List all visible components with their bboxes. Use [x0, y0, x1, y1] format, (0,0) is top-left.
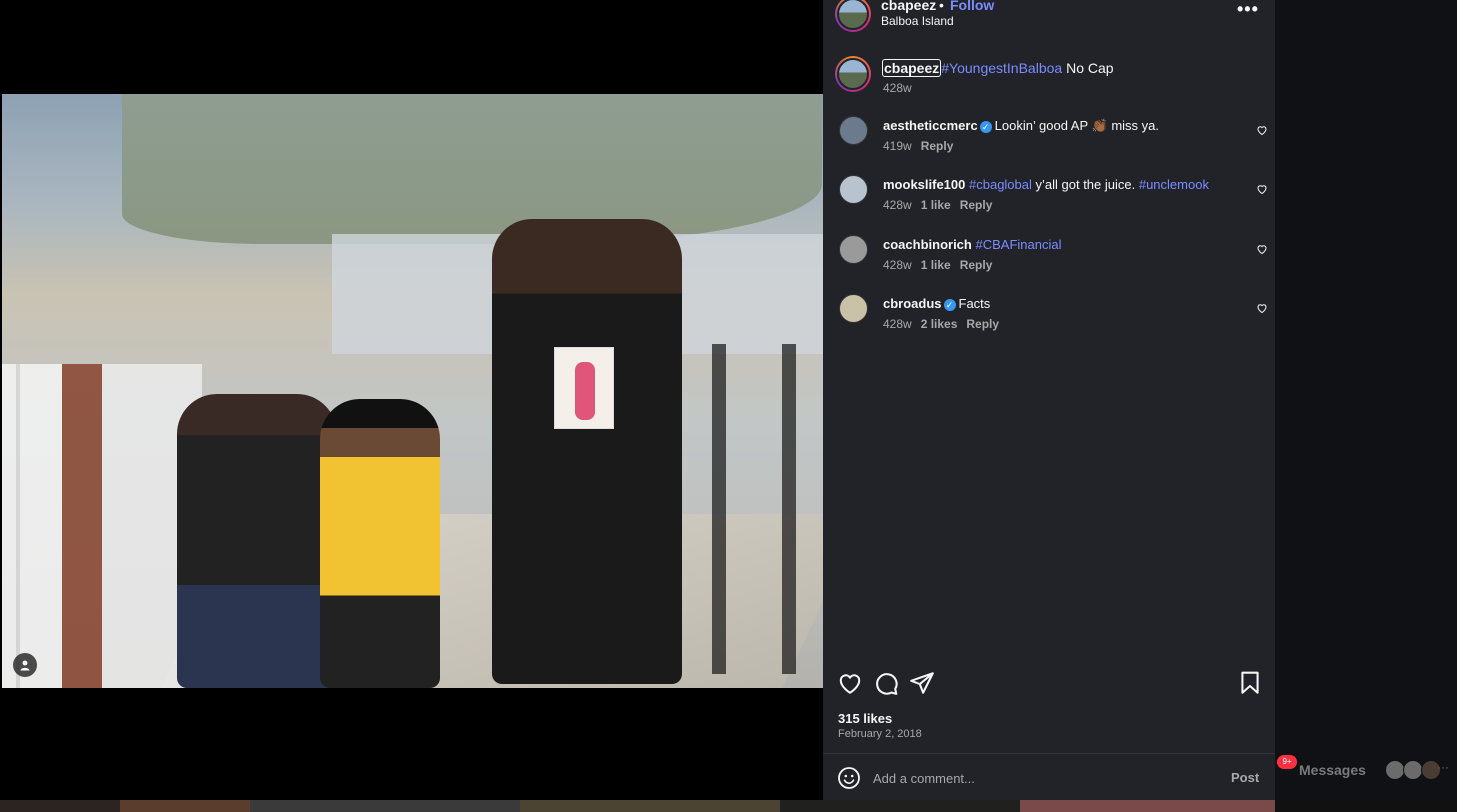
likes-count[interactable]: 315 likes: [838, 711, 892, 726]
comment-item: coachbinorich #CBAFinancial 428w 1 like Re…: [835, 235, 1268, 285]
like-comment-heart-icon[interactable]: [1256, 124, 1268, 136]
comment-text: cbroadus ✓ Facts: [883, 295, 990, 312]
emoji-icon[interactable]: [837, 766, 861, 790]
avatar: [1403, 760, 1423, 780]
comment-text: coachbinorich #CBAFinancial: [883, 236, 1061, 253]
comment-time[interactable]: 428w: [883, 198, 912, 212]
caption-avatar[interactable]: [835, 56, 871, 92]
caption-text: cbapeez #YoungestInBalboa No Cap: [882, 59, 1114, 77]
post-details-panel: cbapeez • Follow Balboa Island ••• cbape…: [823, 0, 1275, 800]
messages-badge: 9+: [1277, 755, 1297, 769]
comment-text: mookslife100 #cbaglobal y’all got the ju…: [883, 176, 1209, 193]
comment-likes[interactable]: 1 like: [921, 258, 951, 272]
comment-body-end: miss ya.: [1107, 118, 1160, 133]
comment-username[interactable]: cbroadus: [883, 296, 942, 311]
messages-avatars: [1385, 760, 1441, 785]
comment-meta: 428w 1 like Reply: [883, 198, 1001, 212]
reply-button[interactable]: Reply: [960, 258, 993, 272]
backdrop-right: [1275, 0, 1457, 800]
photo-person-middle: [320, 399, 440, 688]
verified-badge-icon: ✓: [979, 121, 992, 133]
comment-meta: 428w 2 likes Reply: [883, 317, 1008, 331]
comment-input[interactable]: [873, 767, 1213, 789]
caption-hashtag[interactable]: #YoungestInBalboa: [941, 60, 1062, 76]
more-options-icon[interactable]: •••: [1237, 0, 1261, 22]
post-comment-button[interactable]: Post: [1231, 770, 1259, 785]
post-header: cbapeez • Follow Balboa Island •••: [823, 0, 1275, 40]
comment-hashtag[interactable]: #CBAFinancial: [975, 237, 1061, 252]
caption-body: No Cap: [1062, 60, 1114, 76]
post-photo[interactable]: [2, 94, 823, 688]
avatar: [1385, 760, 1405, 780]
messages-drawer[interactable]: 9+ Messages ···: [1277, 752, 1457, 792]
verified-badge-icon: ✓: [943, 299, 956, 311]
header-location[interactable]: Balboa Island: [881, 14, 954, 28]
photo-person-right: [492, 219, 682, 684]
comment-meta: 428w 1 like Reply: [883, 258, 1001, 272]
reply-button[interactable]: Reply: [960, 198, 993, 212]
comment-likes[interactable]: 1 like: [921, 198, 951, 212]
photo-background-hill: [122, 94, 822, 244]
post-action-bar: [823, 670, 1275, 700]
post-media-area: [0, 0, 823, 812]
comment-bubble-icon[interactable]: [873, 670, 899, 696]
add-comment-bar: Post: [823, 760, 1275, 796]
comment-item: aestheticcmerc ✓ Lookin’ good AP 👏🏾 miss y…: [835, 116, 1268, 166]
comment-username[interactable]: mookslife100: [883, 177, 965, 192]
comment-time[interactable]: 428w: [883, 258, 912, 272]
photo-person-left: [177, 394, 337, 688]
follow-button[interactable]: Follow: [950, 0, 994, 13]
comment-likes[interactable]: 2 likes: [921, 317, 958, 331]
reply-button[interactable]: Reply: [921, 139, 954, 153]
comment-username[interactable]: aestheticcmerc: [883, 118, 978, 133]
clapping-emoji: 👏🏾: [1091, 118, 1108, 133]
post-date[interactable]: February 2, 2018: [838, 728, 922, 740]
caption-username[interactable]: cbapeez: [882, 59, 942, 77]
header-avatar[interactable]: [835, 0, 871, 32]
like-comment-heart-icon[interactable]: [1256, 243, 1268, 255]
comment-time[interactable]: 428w: [883, 317, 912, 331]
tagged-users-button[interactable]: [13, 653, 37, 677]
reply-button[interactable]: Reply: [966, 317, 999, 331]
user-icon: [20, 660, 30, 671]
header-separator: •: [939, 0, 944, 13]
like-comment-heart-icon[interactable]: [1256, 183, 1268, 195]
caption-meta: 428w: [883, 81, 921, 95]
background-thumbnails-strip: [0, 800, 1457, 812]
comment-body: Facts: [958, 296, 991, 311]
more-icon: ···: [1437, 760, 1449, 774]
comment-hashtag[interactable]: #cbaglobal: [969, 177, 1032, 192]
photo-fence: [2, 364, 202, 688]
caption-time[interactable]: 428w: [883, 81, 912, 95]
comment-hashtag[interactable]: #unclemook: [1139, 177, 1209, 192]
photo-shirt-print: [554, 347, 614, 429]
bookmark-save-icon[interactable]: [1237, 670, 1263, 696]
like-heart-icon[interactable]: [837, 670, 863, 696]
comment-meta: 419w Reply: [883, 139, 962, 153]
share-send-icon[interactable]: [909, 670, 935, 696]
comment-text: aestheticcmerc ✓ Lookin’ good AP 👏🏾 miss y…: [883, 117, 1159, 134]
comment-avatar[interactable]: [839, 235, 868, 264]
comment-item: cbroadus ✓ Facts 428w 2 likes Reply: [835, 294, 1268, 344]
like-comment-heart-icon[interactable]: [1256, 302, 1268, 314]
comment-body: y’all got the juice.: [1031, 177, 1139, 192]
comment-avatar[interactable]: [839, 116, 868, 145]
comment-body: Lookin’ good AP: [994, 118, 1092, 133]
comment-item: mookslife100 #cbaglobal y’all got the ju…: [835, 175, 1268, 225]
divider: [823, 753, 1275, 754]
messages-label[interactable]: Messages: [1299, 762, 1366, 778]
comment-username[interactable]: coachbinorich: [883, 237, 972, 252]
comment-time[interactable]: 419w: [883, 139, 912, 153]
header-username[interactable]: cbapeez: [881, 0, 936, 13]
comment-avatar[interactable]: [839, 175, 868, 204]
comment-avatar[interactable]: [839, 294, 868, 323]
